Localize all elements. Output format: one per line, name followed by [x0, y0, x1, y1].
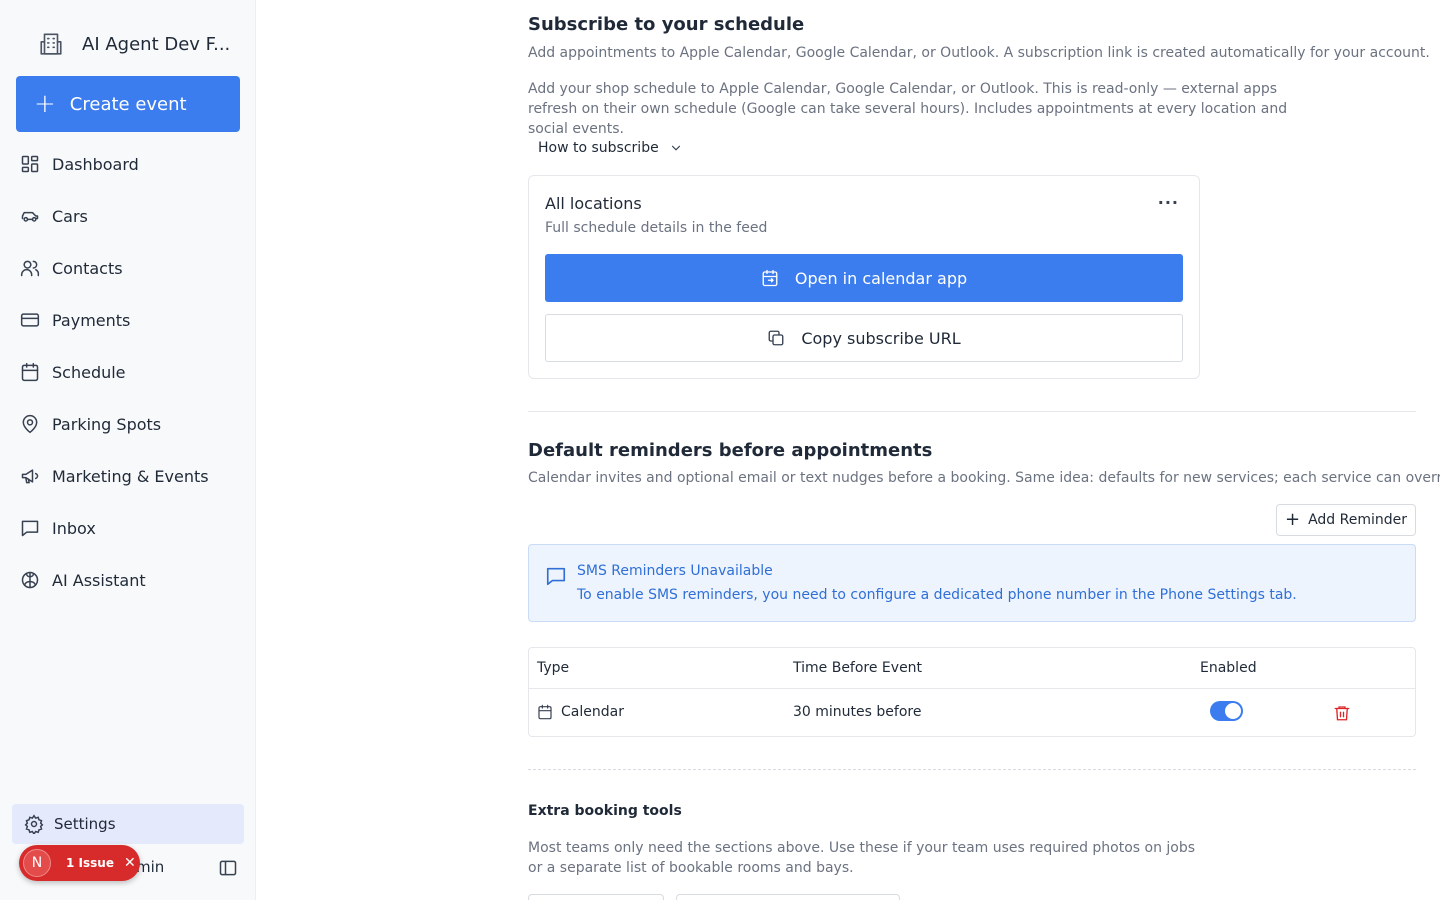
user-name: min [136, 858, 165, 876]
feed-card: All locations Full schedule details in t… [528, 175, 1200, 379]
sidebar-item-label: Payments [52, 310, 131, 330]
reminder-enabled-toggle[interactable] [1210, 701, 1243, 721]
column-header-enabled: Enabled [1200, 660, 1257, 676]
table-header-divider [529, 688, 1415, 689]
calendar-sync-icon [762, 269, 778, 287]
sidebar-item-label: Settings [54, 815, 116, 833]
org-name: AI Agent Dev F... [82, 33, 231, 55]
open-in-calendar-label: Open in calendar app [794, 268, 968, 288]
plus-icon: + [1284, 509, 1301, 530]
sidebar-item-label: Dashboard [52, 154, 139, 174]
sidebar-item-label: AI Assistant [52, 570, 146, 590]
reminders-title: Default reminders before appointments [528, 440, 933, 461]
sidebar-item-dashboard[interactable]: Dashboard [12, 138, 244, 190]
add-reminder-button[interactable]: + Add Reminder [1276, 504, 1416, 536]
subscribe-title: Subscribe to your schedule [528, 14, 805, 35]
close-icon[interactable]: ✕ [124, 855, 136, 871]
how-to-subscribe-toggle[interactable]: How to subscribe [528, 134, 683, 162]
users-icon [20, 260, 40, 277]
sidebar-item-label: Inbox [52, 518, 96, 538]
issue-count: 1 Issue [66, 856, 114, 870]
calendar-icon [538, 704, 552, 720]
sidebar-item-label: Cars [52, 206, 88, 226]
message-square-icon [21, 520, 39, 537]
copy-icon [768, 330, 784, 346]
feed-subtitle: Full schedule details in the feed [545, 220, 768, 236]
map-pin-icon [22, 414, 38, 434]
extra-tools-description: Most teams only need the sections above.… [528, 840, 1196, 876]
sidebar-item-payments[interactable]: Payments [12, 294, 244, 346]
sidebar-item-schedule[interactable]: Schedule [12, 346, 244, 398]
chevron-down-icon [671, 145, 680, 151]
sidebar-nav: Dashboard Cars Contacts Payments Schedul… [12, 138, 244, 606]
alert-title: SMS Reminders Unavailable [577, 563, 773, 579]
sidebar-item-label: Schedule [52, 362, 126, 382]
table-cell-type: Calendar [537, 704, 624, 720]
issue-avatar: N [23, 849, 51, 877]
toggle-knob [1225, 703, 1241, 719]
sidebar-item-contacts[interactable]: Contacts [12, 242, 244, 294]
gear-icon [24, 814, 44, 834]
column-header-time: Time Before Event [793, 660, 923, 676]
copy-subscribe-url-label: Copy subscribe URL [801, 328, 961, 348]
reminder-type: Calendar [561, 704, 624, 720]
extra-tool-button[interactable] [528, 894, 664, 900]
trash-icon[interactable] [1333, 704, 1351, 722]
sidebar: AI Agent Dev F... + Create event Dashboa… [0, 0, 256, 900]
issue-badge[interactable]: N 1 Issue ✕ [19, 845, 140, 881]
feed-title: All locations [545, 194, 642, 213]
create-event-label: Create event [69, 93, 187, 115]
brain-icon [21, 571, 39, 589]
reminders-subtitle: Calendar invites and optional email or t… [528, 470, 1440, 486]
car-icon [21, 211, 39, 222]
credit-card-icon [20, 313, 40, 327]
main-content: Subscribe to your schedule Add appointme… [256, 0, 1440, 900]
building-icon [40, 33, 62, 55]
sidebar-item-ai-assistant[interactable]: AI Assistant [12, 554, 244, 606]
sidebar-item-inbox[interactable]: Inbox [12, 502, 244, 554]
alert-description: To enable SMS reminders, you need to con… [577, 587, 1297, 603]
dashboard-icon [21, 155, 39, 173]
calendar-icon [21, 362, 39, 382]
extra-tools-title: Extra booking tools [528, 803, 682, 819]
subscribe-description: Add your shop schedule to Apple Calendar… [528, 81, 1288, 137]
section-divider-dashed [528, 769, 1416, 770]
sidebar-item-label: Parking Spots [52, 414, 162, 434]
message-square-icon [546, 567, 566, 586]
open-in-calendar-button[interactable]: Open in calendar app [545, 254, 1183, 302]
column-header-type: Type [537, 660, 570, 676]
section-divider [528, 411, 1416, 412]
org-switcher[interactable]: AI Agent Dev F... [16, 24, 240, 64]
megaphone-icon [21, 469, 39, 484]
reminder-time: 30 minutes before [793, 704, 922, 720]
sidebar-item-label: Contacts [52, 258, 123, 278]
sidebar-toggle-icon[interactable] [218, 858, 238, 878]
sidebar-item-settings[interactable]: Settings [12, 804, 244, 844]
sidebar-item-parking-spots[interactable]: Parking Spots [12, 398, 244, 450]
extra-tool-button[interactable] [676, 894, 900, 900]
add-reminder-label: Add Reminder [1308, 512, 1408, 528]
sidebar-item-marketing-events[interactable]: Marketing & Events [12, 450, 244, 502]
sidebar-item-label: Marketing & Events [52, 466, 209, 486]
subscribe-subtitle: Add appointments to Apple Calendar, Goog… [528, 45, 1430, 61]
more-options-icon[interactable]: ··· [1158, 195, 1179, 211]
plus-icon: + [34, 89, 56, 119]
create-event-button[interactable]: + Create event [16, 76, 240, 132]
how-to-subscribe-label: How to subscribe [538, 140, 659, 156]
sms-unavailable-alert: SMS Reminders Unavailable To enable SMS … [528, 544, 1416, 622]
copy-subscribe-url-button[interactable]: Copy subscribe URL [545, 314, 1183, 362]
reminders-table: Type Time Before Event Enabled Calendar … [528, 647, 1416, 737]
sidebar-item-cars[interactable]: Cars [12, 190, 244, 242]
